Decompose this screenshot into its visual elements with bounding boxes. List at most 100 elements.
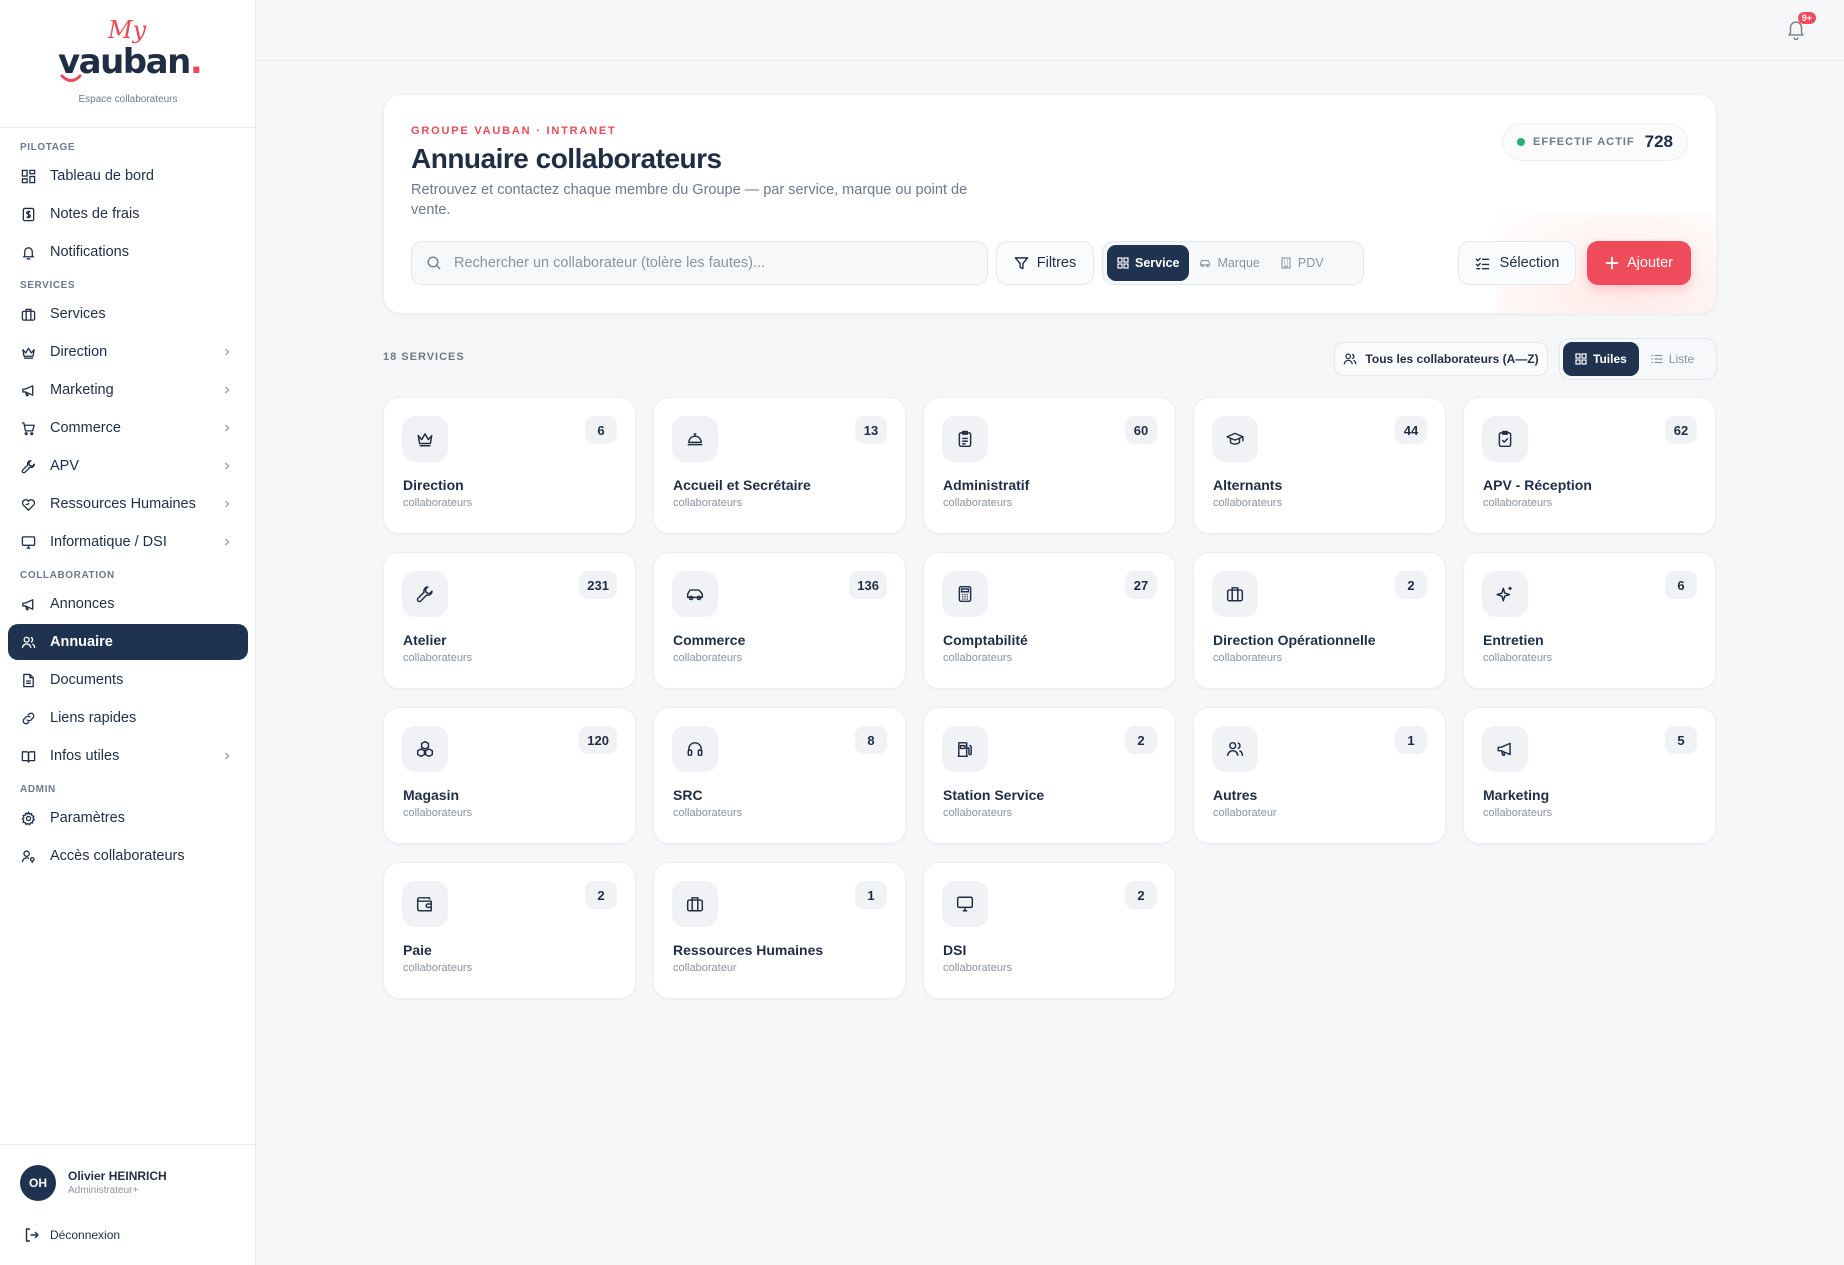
sidebar-item-annuaire[interactable]: Annuaire	[8, 624, 248, 660]
chevron-right-icon	[225, 424, 230, 432]
nav-section-collaboration: COLLABORATION	[20, 570, 115, 581]
sidebar-item-informatique-dsi[interactable]: Informatique / DSI	[8, 524, 248, 560]
group-by-pdv[interactable]: PDV	[1270, 245, 1334, 281]
group-by-marque[interactable]: Marque	[1189, 245, 1269, 281]
checklist-icon	[1475, 257, 1489, 269]
car-icon	[672, 571, 718, 617]
service-tile[interactable]: 136 Commerce collaborateurs	[653, 552, 906, 689]
sidebar-item-infos-utiles[interactable]: Infos utiles	[8, 738, 248, 774]
sidebar-item-liens-rapides[interactable]: Liens rapides	[8, 700, 248, 736]
service-tile[interactable]: 6 Direction collaborateurs	[383, 397, 636, 534]
all-collaborators-button[interactable]: Tous les collaborateurs (A—Z)	[1334, 342, 1548, 376]
service-tile[interactable]: 1 Autres collaborateur	[1193, 707, 1446, 844]
service-name: Magasin	[403, 787, 460, 803]
sparkles-icon	[1482, 571, 1528, 617]
view-tiles[interactable]: Tuiles	[1563, 342, 1639, 376]
service-tile[interactable]: 6 Entretien collaborateurs	[1463, 552, 1716, 689]
wrench-icon	[20, 458, 36, 474]
sidebar-item-tableau-de-bord[interactable]: Tableau de bord	[8, 158, 248, 194]
chevron-right-icon	[225, 500, 230, 508]
megaphone-icon	[20, 382, 36, 398]
service-unit: collaborateurs	[1483, 497, 1553, 509]
service-tile[interactable]: 13 Accueil et Secrétaire collaborateurs	[653, 397, 906, 534]
service-tile[interactable]: 1 Ressources Humaines collaborateur	[653, 862, 906, 999]
sidebar-item-label: Commerce	[50, 420, 121, 436]
logout-label: Déconnexion	[50, 1228, 121, 1242]
filters-button[interactable]: Filtres	[996, 241, 1094, 285]
service-name: Autres	[1213, 787, 1258, 803]
service-tile[interactable]: 44 Alternants collaborateurs	[1193, 397, 1446, 534]
service-count-badge: 2	[1125, 726, 1157, 754]
calculator-icon	[942, 571, 988, 617]
selection-button[interactable]: Sélection	[1458, 241, 1576, 285]
group-by-service[interactable]: Service	[1107, 245, 1190, 281]
list-icon	[1651, 354, 1663, 364]
sidebar-item-documents[interactable]: Documents	[8, 662, 248, 698]
megaphone-icon	[20, 596, 36, 612]
sidebar-item-label: Marketing	[50, 382, 114, 398]
sidebar-item-commerce[interactable]: Commerce	[8, 410, 248, 446]
top-bar: 9+	[256, 0, 1844, 61]
sidebar-item-parametres[interactable]: Paramètres	[8, 800, 248, 836]
search-input[interactable]	[454, 255, 974, 271]
brand-logo[interactable]: My vauban. Espace collaborateurs	[0, 0, 255, 128]
logo-smile-icon	[60, 74, 82, 82]
search-box[interactable]	[411, 241, 988, 285]
service-tile[interactable]: 231 Atelier collaborateurs	[383, 552, 636, 689]
sidebar-item-label: Liens rapides	[50, 710, 137, 726]
building-icon	[1281, 257, 1291, 269]
sidebar-item-annonces[interactable]: Annonces	[8, 586, 248, 622]
sidebar-item-direction[interactable]: Direction	[8, 334, 248, 370]
heart-hands-icon	[20, 496, 36, 512]
service-tile[interactable]: 2 Station Service collaborateurs	[923, 707, 1176, 844]
all-collaborators-label: Tous les collaborateurs (A—Z)	[1365, 352, 1539, 366]
sidebar-item-services[interactable]: Services	[8, 296, 248, 332]
service-count-badge: 1	[1395, 726, 1427, 754]
bell-icon	[20, 244, 36, 260]
page-eyebrow: GROUPE VAUBAN · INTRANET	[411, 125, 617, 137]
service-name: Direction	[403, 477, 464, 493]
sidebar-item-label: Notifications	[50, 244, 129, 260]
service-name: APV - Réception	[1483, 477, 1592, 493]
wrench-icon	[402, 571, 448, 617]
sidebar-item-label: Annuaire	[50, 634, 113, 650]
sidebar-item-label: APV	[50, 458, 80, 474]
service-tile[interactable]: 5 Marketing collaborateurs	[1463, 707, 1716, 844]
service-unit: collaborateur	[1213, 807, 1277, 819]
sidebar-item-label: Ressources Humaines	[50, 496, 196, 512]
sidebar-item-marketing[interactable]: Marketing	[8, 372, 248, 408]
service-tile[interactable]: 120 Magasin collaborateurs	[383, 707, 636, 844]
view-list[interactable]: Liste	[1639, 342, 1706, 376]
sidebar-item-notes-de-frais[interactable]: Notes de frais	[8, 196, 248, 232]
services-count: 18 SERVICES	[383, 351, 465, 363]
service-unit: collaborateurs	[673, 807, 743, 819]
sidebar-item-ressources-humaines[interactable]: Ressources Humaines	[8, 486, 248, 522]
avatar[interactable]: OH	[20, 1165, 56, 1201]
crown-icon	[402, 416, 448, 462]
sidebar-item-acces-collaborateurs[interactable]: Accès collaborateurs	[8, 838, 248, 874]
service-tile[interactable]: 60 Administratif collaborateurs	[923, 397, 1176, 534]
user-panel: OH Olivier HEINRICH Administrateur+ Déco…	[0, 1144, 256, 1265]
sidebar-item-apv[interactable]: APV	[8, 448, 248, 484]
service-count-badge: 27	[1125, 571, 1157, 599]
car-icon	[1200, 259, 1211, 268]
monitor-icon	[20, 534, 36, 550]
service-count-badge: 6	[585, 416, 617, 444]
service-count-badge: 44	[1395, 416, 1427, 444]
filter-icon	[1014, 256, 1029, 269]
service-tile[interactable]: 2 DSI collaborateurs	[923, 862, 1176, 999]
logout-button[interactable]: Déconnexion	[24, 1227, 120, 1243]
service-tile[interactable]: 62 APV - Réception collaborateurs	[1463, 397, 1716, 534]
service-tile[interactable]: 2 Paie collaborateurs	[383, 862, 636, 999]
service-count-badge: 6	[1665, 571, 1697, 599]
grid-icon	[1117, 257, 1129, 269]
service-count-badge: 5	[1665, 726, 1697, 754]
service-tile[interactable]: 2 Direction Opérationnelle collaborateur…	[1193, 552, 1446, 689]
chevron-right-icon	[225, 462, 230, 470]
add-button[interactable]: Ajouter	[1587, 241, 1691, 285]
service-tile[interactable]: 8 SRC collaborateurs	[653, 707, 906, 844]
group-by-pdv-label: PDV	[1297, 256, 1324, 270]
service-tile[interactable]: 27 Comptabilité collaborateurs	[923, 552, 1176, 689]
service-name: Paie	[403, 942, 432, 958]
sidebar-item-notifications[interactable]: Notifications	[8, 234, 248, 270]
